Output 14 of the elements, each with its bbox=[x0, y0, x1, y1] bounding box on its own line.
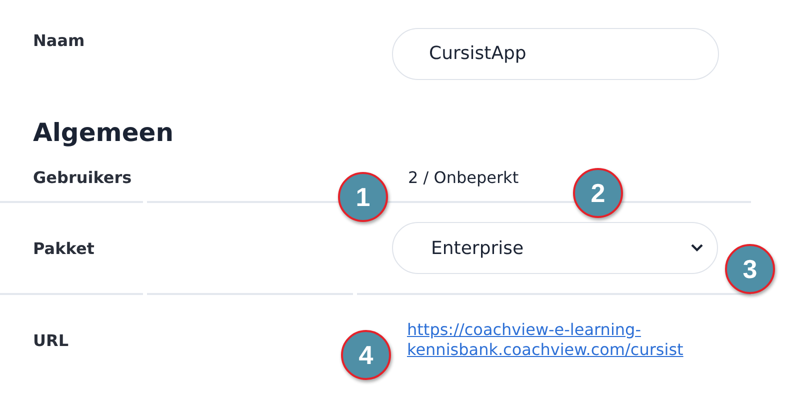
package-dropdown[interactable]: Enterprise bbox=[392, 222, 718, 274]
chevron-down-icon bbox=[691, 244, 703, 252]
callout-badge: 1 bbox=[338, 172, 388, 222]
field-label: Pakket bbox=[33, 238, 96, 258]
section-heading: Algemeen bbox=[33, 118, 175, 149]
field-value: 2 / Onbeperkt bbox=[408, 168, 520, 187]
name-field[interactable]: CursistApp bbox=[392, 28, 719, 80]
callout-badge: 4 bbox=[341, 330, 391, 380]
field-label: Gebruikers bbox=[33, 168, 133, 187]
field-label: Naam bbox=[33, 30, 86, 50]
url-link[interactable]: https://coachview-e-learning-kennisbank.coachview.com/cursist bbox=[407, 320, 747, 360]
callout-badge: 3 bbox=[725, 244, 775, 294]
callout-badge: 2 bbox=[573, 168, 623, 218]
field-label: URL bbox=[33, 330, 70, 350]
